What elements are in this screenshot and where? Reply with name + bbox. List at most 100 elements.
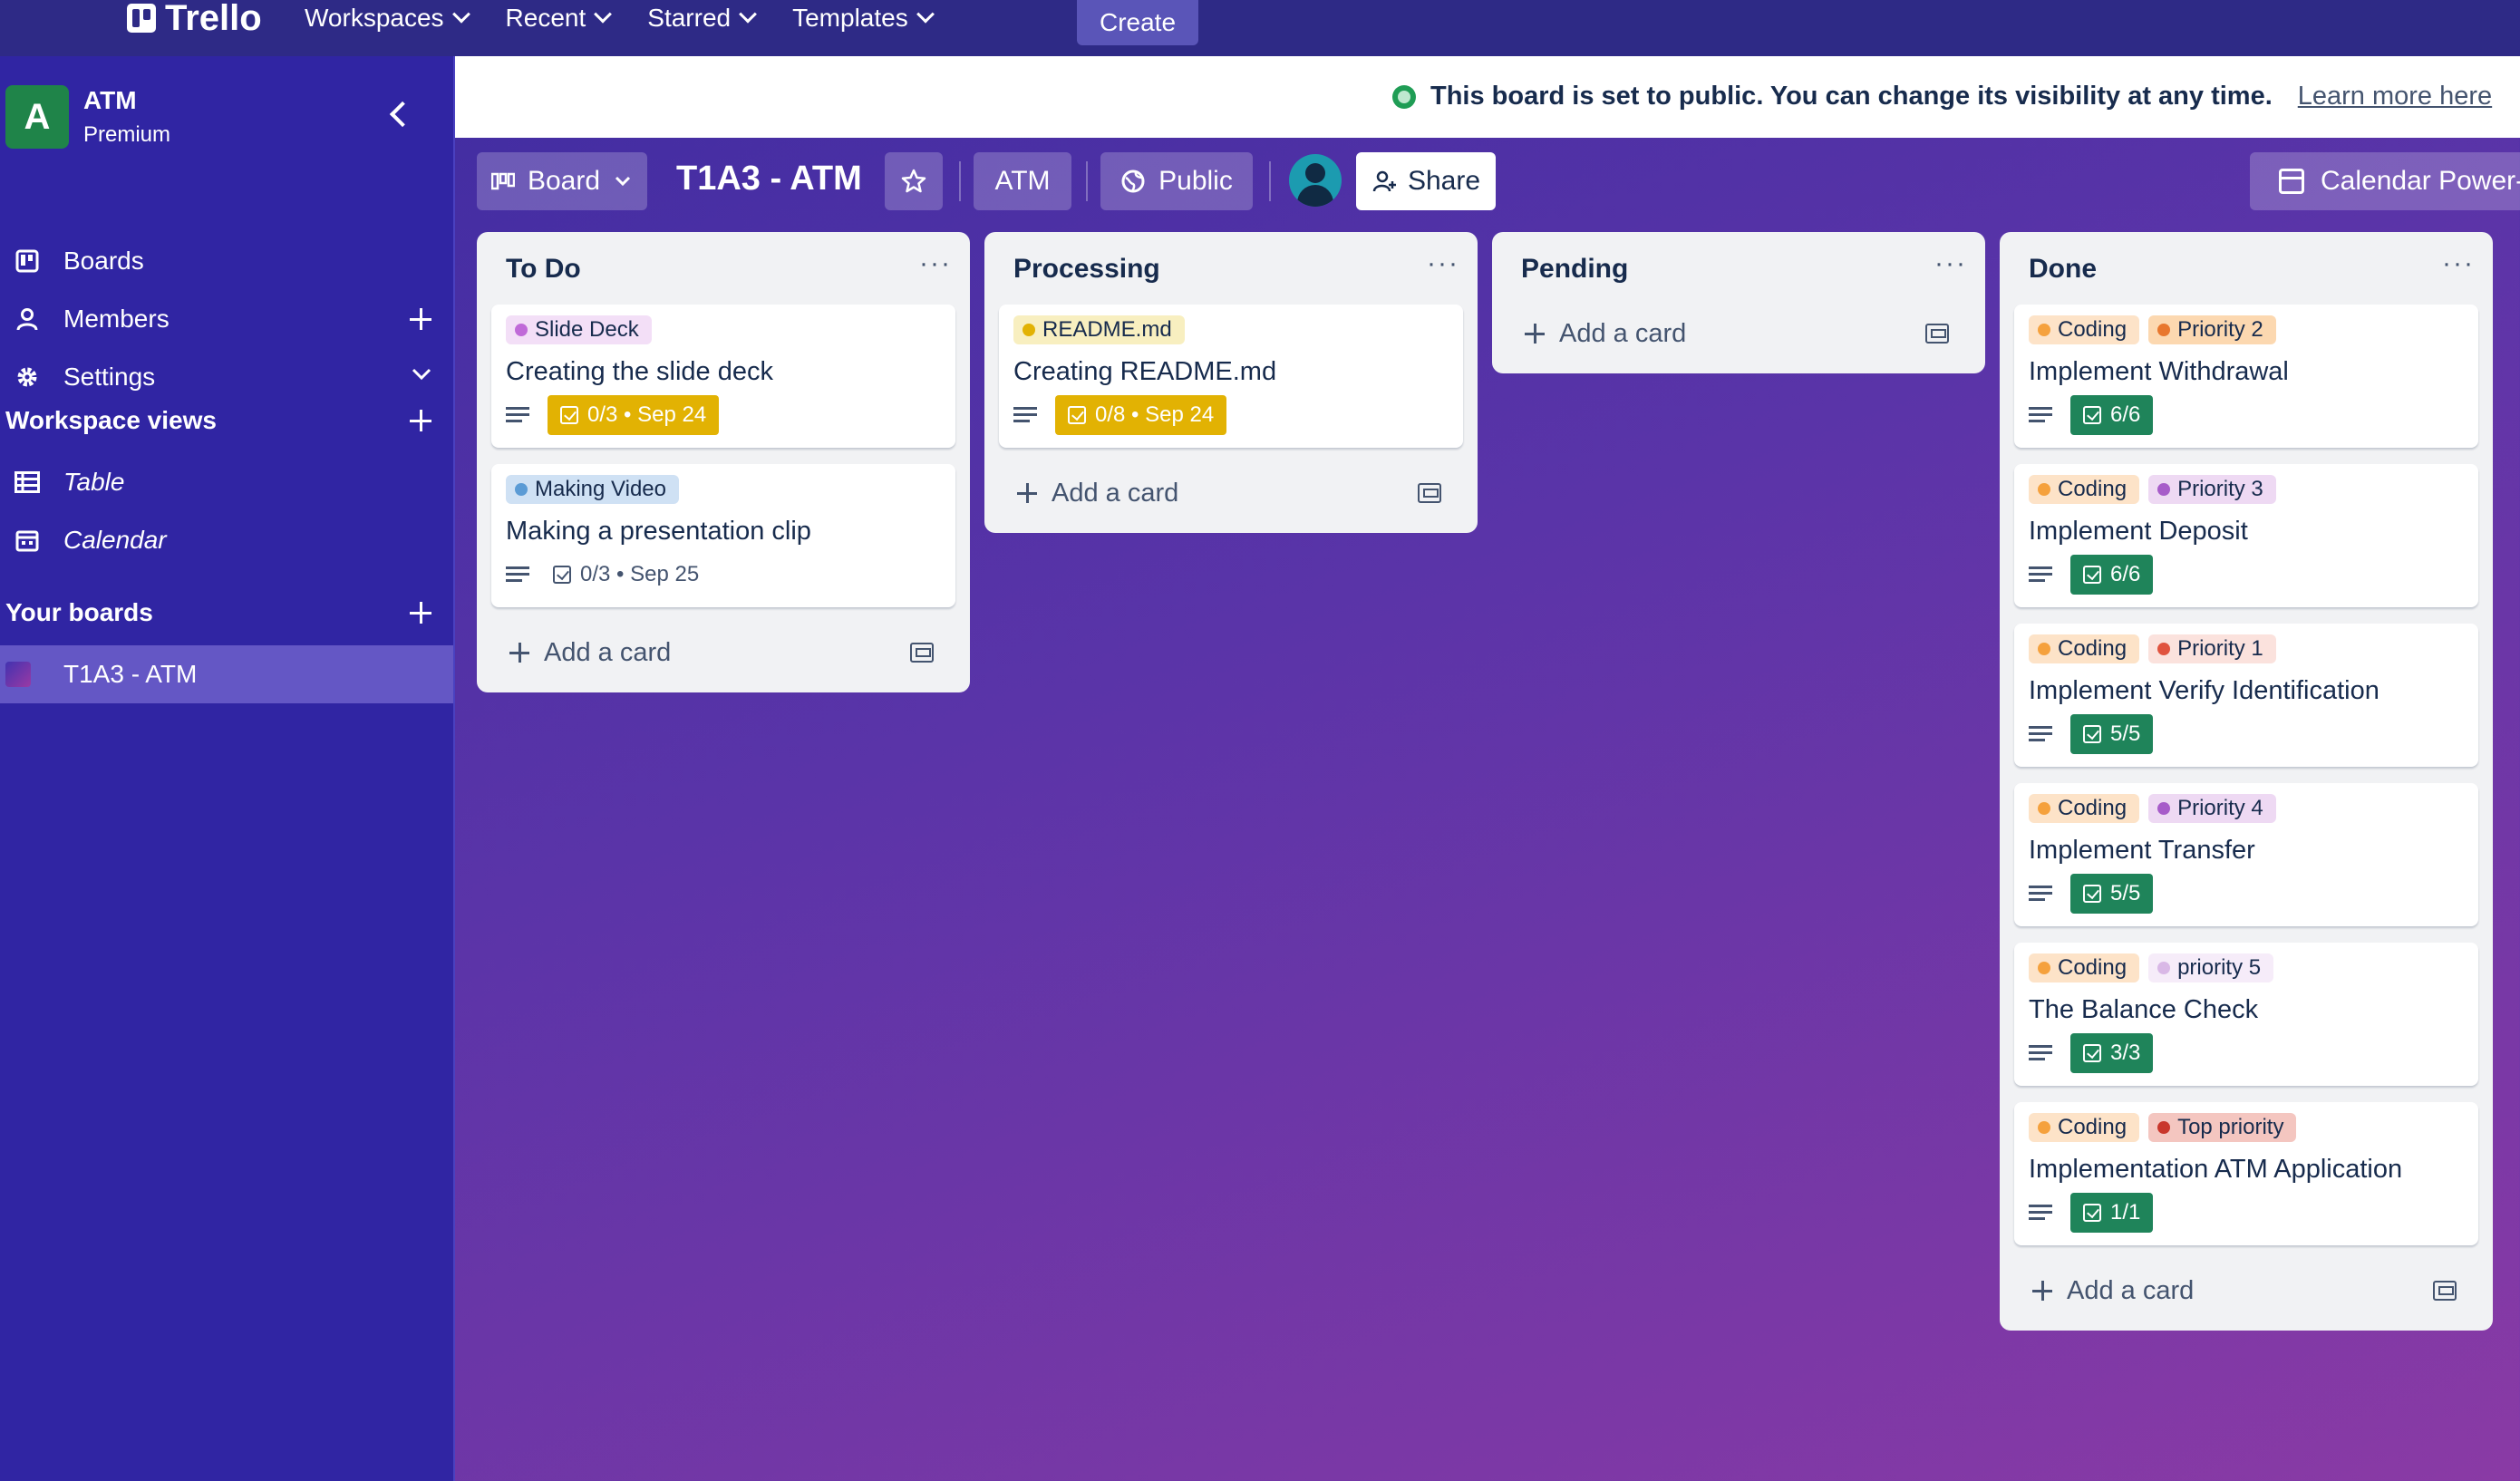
label-text: Coding [2058, 636, 2127, 661]
collapse-sidebar-icon[interactable] [389, 101, 416, 128]
your-boards-heading: Your boards [5, 598, 153, 626]
description-icon [2029, 884, 2052, 904]
checklist-icon [1068, 406, 1086, 424]
learn-more-link[interactable]: Learn more here [2298, 82, 2492, 111]
visibility-button[interactable]: Public [1100, 152, 1253, 210]
checklist-badge: 6/6 [2070, 555, 2154, 595]
card-implement-verify-identification[interactable]: Coding Priority 1 Implement Verify Ident… [2014, 624, 2478, 767]
calendar-power-up-button[interactable]: Calendar Power-Up [2250, 152, 2520, 210]
visibility-label: Public [1158, 166, 1233, 196]
checklist-icon [2083, 885, 2101, 903]
card-label[interactable]: Priority 2 [2148, 315, 2276, 344]
label-text: Priority 4 [2177, 796, 2263, 820]
list-title[interactable]: Done [2029, 254, 2097, 285]
checklist-text: 0/8 • Sep 24 [1095, 402, 1215, 427]
calendar-icon [2279, 169, 2304, 194]
list-title[interactable]: To Do [506, 254, 581, 285]
board-title[interactable]: T1A3 - ATM [676, 160, 862, 198]
sidebar-board-t1a3-atm[interactable]: T1A3 - ATM [0, 645, 453, 703]
label-text: Coding [2058, 1115, 2127, 1139]
add-view-icon[interactable] [410, 410, 431, 431]
checklist-badge: 5/5 [2070, 714, 2154, 754]
nav-workspaces[interactable]: Workspaces [305, 0, 470, 36]
list-menu-icon[interactable]: ··· [2442, 248, 2475, 279]
card-implement-withdrawal[interactable]: Coding Priority 2 Implement Withdrawal 6… [2014, 305, 2478, 448]
label-dot [515, 324, 528, 336]
checklist-text: 3/3 [2110, 1041, 2141, 1065]
card-balance-check[interactable]: Coding priority 5 The Balance Check 3/3 [2014, 943, 2478, 1086]
plus-icon [509, 643, 529, 663]
star-board-button[interactable] [885, 152, 943, 210]
workspace-header[interactable]: A ATM Premium [5, 85, 170, 149]
card-implement-transfer[interactable]: Coding Priority 4 Implement Transfer 5/5 [2014, 783, 2478, 926]
checklist-text: 6/6 [2110, 562, 2141, 586]
card-making-presentation-clip[interactable]: Making Video Making a presentation clip … [491, 464, 955, 607]
list-title[interactable]: Processing [1013, 254, 1160, 285]
sidebar-item-settings[interactable]: Settings [0, 348, 453, 406]
star-icon [901, 169, 926, 193]
list-title[interactable]: Pending [1521, 254, 1628, 285]
card-template-icon[interactable] [1925, 324, 1949, 344]
card-label[interactable]: Coding [2029, 794, 2140, 823]
board-view-switcher[interactable]: Board [477, 152, 647, 210]
sidebar-item-boards[interactable]: Boards [0, 232, 453, 290]
card-template-icon[interactable] [2433, 1281, 2457, 1301]
add-board-icon[interactable] [410, 602, 431, 624]
sidebar-item-calendar[interactable]: Calendar [0, 511, 453, 569]
label-text: Coding [2058, 477, 2127, 501]
card-template-icon[interactable] [910, 643, 934, 663]
add-card-button[interactable]: Add a card [999, 468, 1463, 518]
board-view-label: Board [527, 166, 601, 196]
workspace-button[interactable]: ATM [974, 152, 1071, 210]
card-label[interactable]: Coding [2029, 634, 2140, 663]
list-menu-icon[interactable]: ··· [919, 248, 952, 279]
add-card-button[interactable]: Add a card [2014, 1265, 2478, 1316]
chevron-down-icon[interactable] [410, 363, 433, 392]
create-button[interactable]: Create [1077, 0, 1198, 45]
nav-recent[interactable]: Recent [506, 0, 613, 36]
checklist-badge: 3/3 [2070, 1033, 2154, 1073]
card-label[interactable]: Coding [2029, 315, 2140, 344]
add-card-button[interactable]: Add a card [1507, 308, 1971, 359]
top-navigation: Trello Workspaces Recent Starred Templat… [0, 0, 2520, 56]
card-creating-readme[interactable]: README.md Creating README.md 0/8 • Sep 2… [999, 305, 1463, 448]
add-card-label: Add a card [2067, 1275, 2195, 1305]
share-button[interactable]: Share [1356, 152, 1496, 210]
card-template-icon[interactable] [1418, 483, 1441, 503]
label-dot [2157, 1121, 2171, 1134]
list-menu-icon[interactable]: ··· [1427, 248, 1459, 279]
card-creating-slide-deck[interactable]: Slide Deck Creating the slide deck 0/3 •… [491, 305, 955, 448]
card-implement-deposit[interactable]: Coding Priority 3 Implement Deposit 6/6 [2014, 464, 2478, 607]
nav-starred[interactable]: Starred [647, 0, 757, 36]
add-card-button[interactable]: Add a card [491, 627, 955, 678]
description-icon [2029, 405, 2052, 425]
card-label[interactable]: Coding [2029, 1113, 2140, 1142]
sidebar-item-table[interactable]: Table [0, 453, 453, 511]
member-avatar[interactable] [1289, 154, 1342, 207]
card-label[interactable]: Top priority [2148, 1113, 2297, 1142]
list-menu-icon[interactable]: ··· [1934, 248, 1967, 279]
card-implementation-atm-application[interactable]: Coding Top priority Implementation ATM A… [2014, 1102, 2478, 1245]
sidebar-item-label: Boards [63, 247, 144, 275]
chevron-down-icon [615, 176, 631, 187]
nav-templates[interactable]: Templates [792, 0, 935, 36]
card-label[interactable]: priority 5 [2148, 953, 2274, 982]
trello-logo[interactable]: Trello [127, 0, 262, 38]
description-icon [2029, 565, 2052, 585]
card-label[interactable]: Priority 4 [2148, 794, 2276, 823]
label-dot [2038, 1121, 2050, 1134]
sidebar-item-members[interactable]: Members [0, 290, 453, 348]
description-icon [2029, 1043, 2052, 1063]
card-label[interactable]: Priority 3 [2148, 475, 2276, 504]
card-label[interactable]: Slide Deck [506, 315, 652, 344]
add-member-icon[interactable] [410, 308, 431, 330]
description-icon [506, 405, 529, 425]
card-label[interactable]: Coding [2029, 475, 2140, 504]
card-label[interactable]: README.md [1013, 315, 1185, 344]
label-dot [515, 483, 528, 496]
card-label[interactable]: Making Video [506, 475, 679, 504]
add-card-label: Add a card [1052, 478, 1179, 508]
calendar-power-up-label: Calendar Power-Up [2321, 166, 2520, 196]
card-label[interactable]: Coding [2029, 953, 2140, 982]
card-label[interactable]: Priority 1 [2148, 634, 2276, 663]
